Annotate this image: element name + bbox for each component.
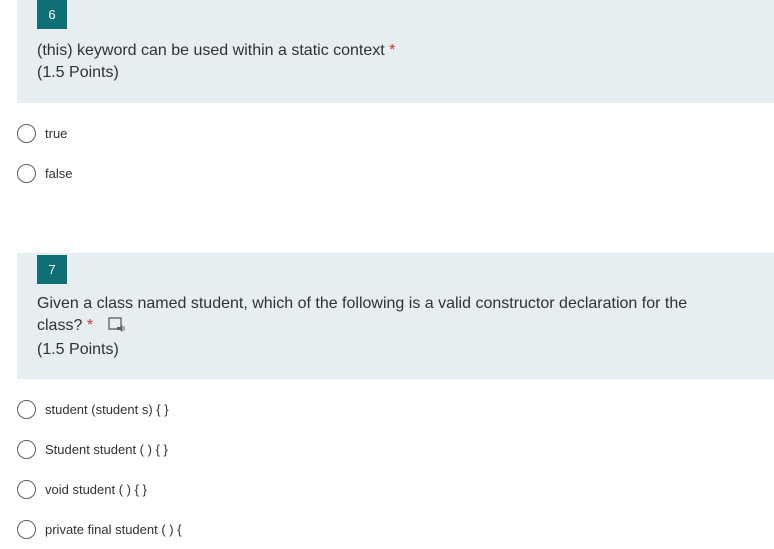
question-points: (1.5 Points) xyxy=(37,64,119,81)
option-false[interactable]: false xyxy=(17,162,72,184)
question-6-header: 6 (this) keyword can be used within a st… xyxy=(17,0,774,103)
option-label[interactable]: Student student ( ) { } xyxy=(45,442,168,457)
option-label[interactable]: student (student s) { } xyxy=(45,402,169,417)
radio-button[interactable] xyxy=(17,519,36,539)
option-label[interactable]: true xyxy=(45,126,67,141)
immersive-reader-icon[interactable] xyxy=(107,317,126,340)
required-asterisk: * xyxy=(389,42,396,59)
radio-button[interactable] xyxy=(17,163,36,183)
question-text: class? xyxy=(37,317,83,334)
question-title: Given a class named student, which of th… xyxy=(37,293,744,340)
option-2[interactable]: Student student ( ) { } xyxy=(17,438,168,460)
question-text-line-1: Given a class named student, which of th… xyxy=(37,295,688,312)
option-label[interactable]: private final student ( ) { xyxy=(45,522,182,537)
option-label[interactable]: void student ( ) { } xyxy=(45,482,147,497)
radio-button[interactable] xyxy=(17,123,36,143)
question-text: (this) keyword can be used within a stat… xyxy=(37,42,385,59)
question-text-line-2: class? * xyxy=(37,315,744,340)
required-asterisk: * xyxy=(86,317,94,334)
question-number-badge: 7 xyxy=(37,255,67,284)
question-points: (1.5 Points) xyxy=(37,341,119,358)
question-number-badge: 6 xyxy=(37,0,67,29)
radio-button[interactable] xyxy=(17,439,36,459)
option-label[interactable]: false xyxy=(45,166,72,181)
option-4[interactable]: private final student ( ) { xyxy=(17,518,182,540)
option-true[interactable]: true xyxy=(17,122,67,144)
question-7-header: 7 Given a class named student, which of … xyxy=(17,253,774,379)
radio-button[interactable] xyxy=(17,399,36,419)
radio-button[interactable] xyxy=(17,479,36,499)
question-title: (this) keyword can be used within a stat… xyxy=(37,40,744,62)
option-1[interactable]: student (student s) { } xyxy=(17,398,169,420)
option-3[interactable]: void student ( ) { } xyxy=(17,478,147,500)
